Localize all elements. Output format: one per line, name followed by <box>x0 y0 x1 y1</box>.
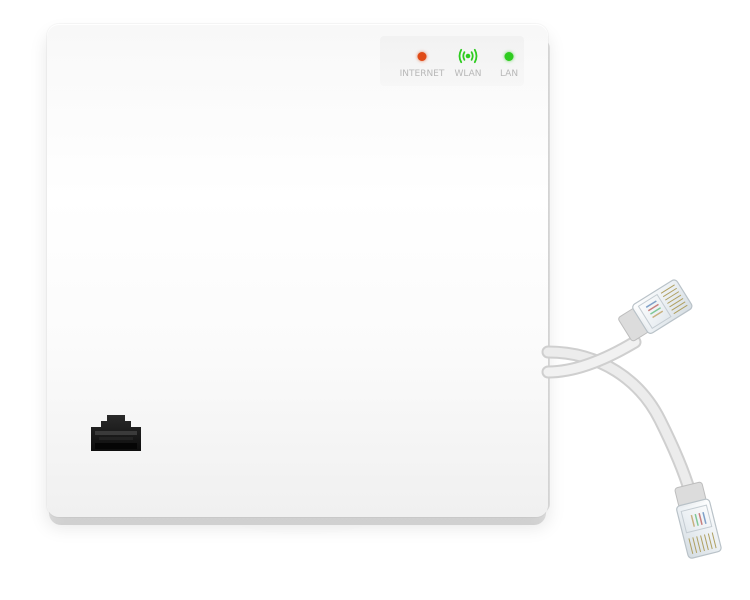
lan-status-icon <box>504 52 514 61</box>
product-photo: INTERNET WLAN LAN <box>0 0 750 600</box>
indicator-lan: LAN <box>481 36 537 86</box>
internet-status-icon <box>417 52 427 61</box>
wifi-signal-icon <box>457 48 479 68</box>
indicator-lan-label: LAN <box>499 69 519 79</box>
rj45-port-icon <box>89 413 143 453</box>
status-indicator-panel: INTERNET WLAN LAN <box>380 36 524 86</box>
